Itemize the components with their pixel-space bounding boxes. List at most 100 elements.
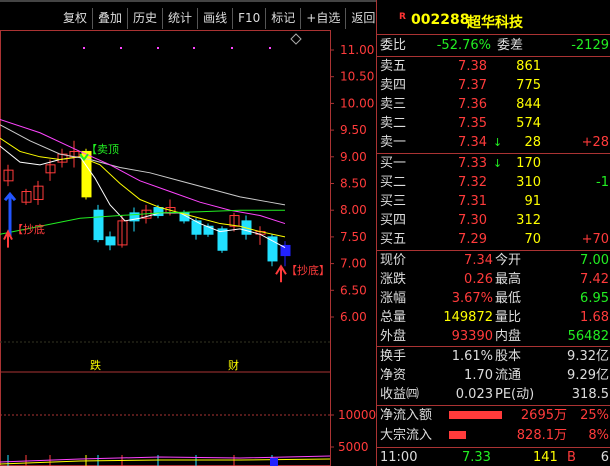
stat-value: 7.00 bbox=[580, 253, 609, 268]
bid-label: 买一 bbox=[380, 156, 407, 171]
event-marker-die: 跌 bbox=[90, 358, 101, 372]
fundamental-label: 股本 bbox=[495, 349, 522, 364]
stock-terminal: { "toolbar": { "items": ["复权", "叠加", "历史… bbox=[0, 0, 610, 466]
toolbar-add-watchlist-button[interactable]: +自选 bbox=[300, 8, 345, 29]
bid-price: 7.30 bbox=[458, 213, 487, 228]
stat-label: 今开 bbox=[495, 253, 522, 268]
ask-volume: 775 bbox=[516, 78, 541, 93]
bid-price: 7.29 bbox=[458, 232, 487, 247]
fundamental-label: 净资 bbox=[380, 368, 407, 383]
ask-volume: 861 bbox=[516, 59, 541, 74]
bid-volume: 312 bbox=[516, 213, 541, 228]
flow-percent: 8% bbox=[588, 428, 609, 443]
stat-label: 涨跌 bbox=[380, 272, 407, 287]
flow-bar bbox=[449, 431, 466, 439]
stat-label: 最高 bbox=[495, 272, 522, 287]
buy-bottom-label: 【抄底】 bbox=[286, 263, 330, 277]
ask-price: 7.34 bbox=[458, 135, 487, 150]
fundamental-value: 1.61% bbox=[451, 349, 493, 364]
bid-change: -1 bbox=[596, 175, 609, 190]
fundamental-label: 换手 bbox=[380, 349, 407, 364]
price-axis-label: 7.00 bbox=[340, 257, 367, 271]
fundamental-row: 收益㈣ 0.023 PE(动) 318.5 bbox=[377, 385, 610, 404]
price-axis-label: 9.00 bbox=[340, 150, 367, 164]
bid-row: 买二 7.32 310 -1 bbox=[377, 173, 610, 192]
candle-body[interactable] bbox=[93, 209, 104, 241]
weicha-value: -2129 bbox=[571, 38, 609, 53]
ask-change: +28 bbox=[581, 135, 609, 150]
stock-name[interactable]: 超华科技 bbox=[467, 12, 523, 32]
kline-chart[interactable]: 11.00 10.50 10.00 9.50 9.00 8.50 8.00 7.50 7.00 6… bbox=[0, 30, 376, 466]
money-flow-row: 大宗流入 828.1万 8% bbox=[377, 426, 610, 445]
toolbar-history-button[interactable]: 历史 bbox=[127, 8, 162, 29]
toolbar-stats-button[interactable]: 统计 bbox=[162, 8, 197, 29]
stock-title: R 002288 超华科技 bbox=[377, 8, 610, 35]
ask-price: 7.38 bbox=[458, 59, 487, 74]
toolbar-overlay-button[interactable]: 叠加 bbox=[92, 8, 127, 29]
stat-label: 现价 bbox=[380, 253, 407, 268]
stat-row: 外盘 93390 内盘 56482 bbox=[377, 327, 610, 346]
signal-dot bbox=[193, 47, 195, 49]
price-axis-label: 7.50 bbox=[340, 230, 367, 244]
fundamental-value: 0.023 bbox=[455, 387, 493, 402]
fundamental-value: 9.32亿 bbox=[567, 349, 609, 364]
bid-row: 买五 7.29 70 +70 bbox=[377, 230, 610, 249]
stat-value: 93390 bbox=[451, 329, 493, 344]
bid-row: 买一 7.33 170 ↓ bbox=[377, 154, 610, 173]
fundamental-row: 换手 1.61% 股本 9.32亿 bbox=[377, 347, 610, 366]
signal-dot bbox=[120, 47, 122, 49]
toolbar-draw-button[interactable]: 画线 bbox=[197, 8, 232, 29]
bid-volume: 70 bbox=[524, 232, 541, 247]
flow-label: 大宗流入 bbox=[380, 428, 433, 443]
candle-body[interactable] bbox=[105, 236, 116, 246]
stat-row: 现价 7.34 今开 7.00 bbox=[377, 251, 610, 270]
volume-axis-label: 5000 bbox=[338, 440, 369, 454]
down-arrow-icon: ↓ bbox=[493, 157, 503, 170]
stock-code[interactable]: 002288 bbox=[411, 12, 469, 28]
bid-volume: 310 bbox=[516, 175, 541, 190]
tick-row: 11:00 7.33 141 B 6 bbox=[377, 448, 610, 466]
ask-row: 卖四 7.37 775 bbox=[377, 76, 610, 95]
fundamental-row: 净资 1.70 流通 9.29亿 bbox=[377, 366, 610, 385]
signal-dot bbox=[269, 47, 271, 49]
money-flow-row: 净流入额 2695万 25% bbox=[377, 406, 610, 425]
volume-bar bbox=[270, 458, 278, 466]
bid-volume: 170 bbox=[516, 156, 541, 171]
top-strip bbox=[0, 0, 376, 2]
toolbar-f10-button[interactable]: F10 bbox=[232, 8, 265, 29]
weicha-label: 委差 bbox=[497, 38, 524, 53]
ask-price: 7.35 bbox=[458, 116, 487, 131]
ask-price: 7.37 bbox=[458, 78, 487, 93]
ask-volume: 574 bbox=[516, 116, 541, 131]
flow-label: 净流入额 bbox=[380, 408, 433, 423]
stat-value: 56482 bbox=[567, 329, 609, 344]
toolbar-fuquan-button[interactable]: 复权 bbox=[58, 8, 92, 29]
bid-label: 买五 bbox=[380, 232, 407, 247]
tick-volume: 141 bbox=[533, 450, 558, 465]
toolbar-mark-button[interactable]: 标记 bbox=[265, 8, 300, 29]
candle-body[interactable] bbox=[280, 244, 291, 257]
fundamental-label: 流通 bbox=[495, 368, 522, 383]
bid-volume: 91 bbox=[524, 194, 541, 209]
candle-body[interactable] bbox=[217, 228, 228, 251]
stat-row: 涨幅 3.67% 最低 6.95 bbox=[377, 289, 610, 308]
bid-label: 买四 bbox=[380, 213, 407, 228]
weibi-value: -52.76% bbox=[436, 38, 491, 53]
ask-volume: 844 bbox=[516, 97, 541, 112]
stat-value: 149872 bbox=[443, 310, 493, 325]
weibi-label: 委比 bbox=[380, 38, 407, 53]
ask-row: 卖一 7.34 28 +28 ↓ bbox=[377, 133, 610, 152]
stat-value: 0.26 bbox=[464, 272, 493, 287]
stat-label: 内盘 bbox=[495, 329, 522, 344]
ask-price: 7.36 bbox=[458, 97, 487, 112]
ask-row: 卖三 7.36 844 bbox=[377, 95, 610, 114]
stat-row: 涨跌 0.26 最高 7.42 bbox=[377, 270, 610, 289]
up-arrow-icon bbox=[275, 264, 287, 283]
bid-row: 买三 7.31 91 bbox=[377, 192, 610, 211]
tick-count: 6 bbox=[600, 450, 609, 465]
price-axis-label: 6.50 bbox=[340, 283, 367, 297]
flow-value: 2695万 bbox=[520, 408, 567, 423]
ask-row: 卖五 7.38 861 bbox=[377, 57, 610, 76]
diamond-icon[interactable] bbox=[290, 33, 302, 45]
stat-value: 3.67% bbox=[451, 291, 493, 306]
